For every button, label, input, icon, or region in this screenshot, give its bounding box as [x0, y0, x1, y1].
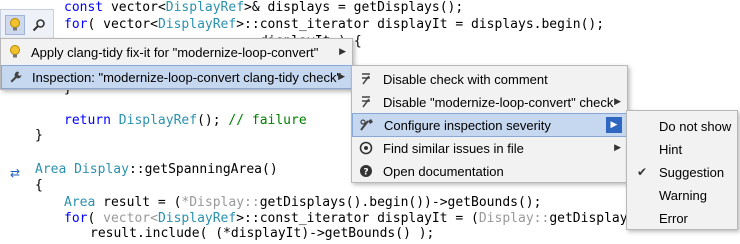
- severity-submenu: Do not show Hint ✔ Suggestion Warning Er…: [626, 110, 738, 230]
- submenu-arrow-icon: ▶: [614, 143, 621, 153]
- lightbulb-icon[interactable]: [5, 15, 25, 35]
- inspection-submenu: Disable check with comment Disable "mode…: [351, 65, 628, 183]
- submenu-arrow-icon: ▶: [606, 117, 622, 133]
- quick-fix-menu: Apply clang-tidy fix-it for "modernize-l…: [0, 38, 353, 90]
- action-indicator-bar: [0, 9, 54, 39]
- doc-icon: ?: [358, 163, 374, 179]
- severity-option-warning[interactable]: Warning: [627, 183, 737, 207]
- disable-icon: [358, 71, 374, 87]
- disable-icon: [358, 94, 374, 110]
- code-line-6: }: [35, 128, 43, 143]
- inspect-icon[interactable]: [29, 15, 49, 35]
- wrench-icon: [8, 69, 24, 85]
- code-line-8: {: [35, 178, 43, 193]
- checkmark-icon: ✔: [637, 165, 648, 179]
- severity-option-hint[interactable]: Hint: [627, 137, 737, 161]
- code-line-7: Area Display::getSpanningArea(): [35, 162, 278, 177]
- severity-option-suggestion[interactable]: ✔ Suggestion: [627, 160, 737, 184]
- severity-option-do-not-show[interactable]: Do not show: [627, 114, 737, 138]
- override-marker-icon[interactable]: ⇄: [10, 166, 24, 180]
- menu-item-disable-with-comment[interactable]: Disable check with comment: [352, 67, 627, 91]
- svg-text:?: ?: [363, 168, 368, 178]
- menu-item-disable-check[interactable]: Disable "modernize-loop-convert" check ▶: [352, 90, 627, 114]
- menu-item-open-documentation[interactable]: ? Open documentation: [352, 159, 627, 183]
- menu-item-apply-fix[interactable]: Apply clang-tidy fix-it for "modernize-l…: [1, 40, 352, 64]
- menu-item-inspection[interactable]: Inspection: "modernize-loop-convert clan…: [1, 65, 352, 89]
- configure-icon: [359, 117, 375, 133]
- severity-option-error[interactable]: Error: [627, 206, 737, 230]
- submenu-arrow-icon: ▶: [339, 47, 346, 57]
- lightbulb-icon: [7, 44, 23, 60]
- find-icon: [358, 140, 374, 156]
- submenu-arrow-icon: ▶: [338, 72, 345, 82]
- submenu-arrow-icon: ▶: [614, 97, 621, 107]
- menu-item-find-similar[interactable]: Find similar issues in file ▶: [352, 136, 627, 160]
- code-line-5: return DisplayRef(); // failure: [64, 113, 307, 128]
- code-line-11: result.include( (*displayIt)->getBounds(…: [90, 226, 435, 241]
- menu-item-configure-severity[interactable]: Configure inspection severity ▶: [352, 113, 627, 137]
